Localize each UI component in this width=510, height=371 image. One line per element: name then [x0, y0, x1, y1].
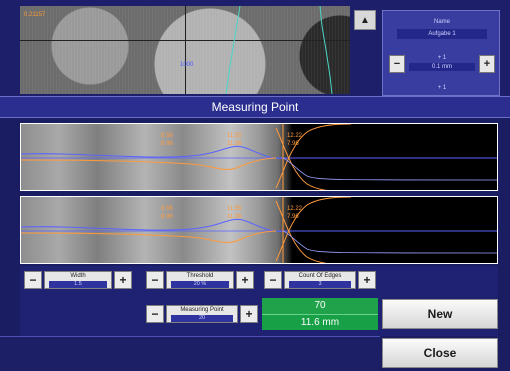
name-label: Name [433, 19, 450, 25]
camera-center-label: 1000 [180, 62, 194, 68]
plot-label: 7.96 [287, 214, 299, 220]
plot-label: 8.96 [161, 141, 173, 147]
measuring-point-decrement-button[interactable]: − [146, 305, 164, 323]
plot-label: 11.55 [227, 206, 242, 212]
measuring-point-value: 20 [171, 315, 233, 322]
camera-readout: 0.21157 [24, 12, 46, 18]
count-of-edges-label: Count Of Edges [298, 273, 342, 279]
side-row2-label: + 1 [437, 85, 447, 91]
edge-count-readout: 70 [262, 298, 378, 314]
width-stepper: − Width 1.5 + [24, 268, 132, 292]
side-settings-panel: Name Aufgabe 1 − + 1 0.1 mm + + 1 [382, 10, 500, 96]
threshold-field[interactable]: Threshold 20 % [166, 271, 234, 289]
plot-label: 12.22 [287, 206, 303, 212]
side-increment-button[interactable]: + [479, 55, 495, 73]
distance-readout: 11.6 mm [262, 314, 378, 330]
plot-labels-mid: 11.55 11.36 [227, 205, 242, 221]
status-strip [0, 336, 380, 371]
intensity-plot-2: 8.56 8.96 11.55 11.36 12.22 7.96 [20, 196, 498, 264]
plot-labels-right: 12.22 7.96 [287, 132, 302, 148]
plot-label: 8.96 [161, 214, 173, 220]
plot-label: 8.56 [161, 206, 173, 212]
count-of-edges-decrement-button[interactable]: − [264, 271, 282, 289]
edge-overlay [225, 6, 333, 94]
count-of-edges-value: 3 [289, 281, 351, 288]
close-button[interactable]: Close [382, 338, 498, 368]
width-decrement-button[interactable]: − [24, 271, 42, 289]
count-of-edges-stepper: − Count Of Edges 3 + [264, 268, 376, 292]
name-value[interactable]: Aufgabe 1 [397, 29, 487, 39]
count-of-edges-increment-button[interactable]: + [358, 271, 376, 289]
threshold-label: Threshold [186, 273, 214, 279]
new-button[interactable]: New [382, 299, 498, 329]
plot-label: 11.36 [227, 141, 242, 147]
width-label: Width [70, 273, 86, 279]
side-step-value: 0.1 mm [409, 63, 475, 71]
threshold-value: 20 % [171, 281, 229, 288]
plot-labels-left: 8.56 8.96 [161, 205, 173, 221]
plot-label: 11.55 [227, 133, 242, 139]
plot-curves [21, 197, 497, 263]
plot-label: 12.22 [287, 133, 303, 139]
measuring-point-stepper: − Measuring Point 20 + [146, 302, 258, 326]
measuring-point-field[interactable]: Measuring Point 20 [166, 305, 238, 323]
intensity-plot-1: 8.56 8.96 11.55 11.36 12.22 7.96 [20, 123, 498, 191]
title-bar: Measuring Point [0, 96, 510, 118]
plot-labels-left: 8.56 8.96 [161, 132, 173, 148]
side-decrement-button[interactable]: − [389, 55, 405, 73]
triangle-up-icon: ▲ [360, 14, 370, 26]
count-of-edges-field[interactable]: Count Of Edges 3 [284, 271, 356, 289]
page-title: Measuring Point [211, 100, 299, 114]
plot-label: 11.36 [227, 214, 242, 220]
plot-label: 7.96 [287, 141, 299, 147]
threshold-stepper: − Threshold 20 % + [146, 268, 254, 292]
scroll-up-button[interactable]: ▲ [354, 10, 376, 30]
threshold-decrement-button[interactable]: − [146, 271, 164, 289]
width-value: 1.5 [49, 281, 107, 288]
measuring-point-increment-button[interactable]: + [240, 305, 258, 323]
plot-label: 8.56 [161, 133, 173, 139]
width-field[interactable]: Width 1.5 [44, 271, 112, 289]
threshold-increment-button[interactable]: + [236, 271, 254, 289]
side-step-label: + 1 [437, 55, 447, 61]
plot-labels-mid: 11.55 11.36 [227, 132, 242, 148]
width-increment-button[interactable]: + [114, 271, 132, 289]
measuring-point-label: Measuring Point [180, 307, 224, 313]
plot-curves [21, 124, 497, 190]
plot-labels-right: 12.22 7.96 [287, 205, 302, 221]
camera-image[interactable]: 0.21157 1000 [20, 6, 350, 94]
